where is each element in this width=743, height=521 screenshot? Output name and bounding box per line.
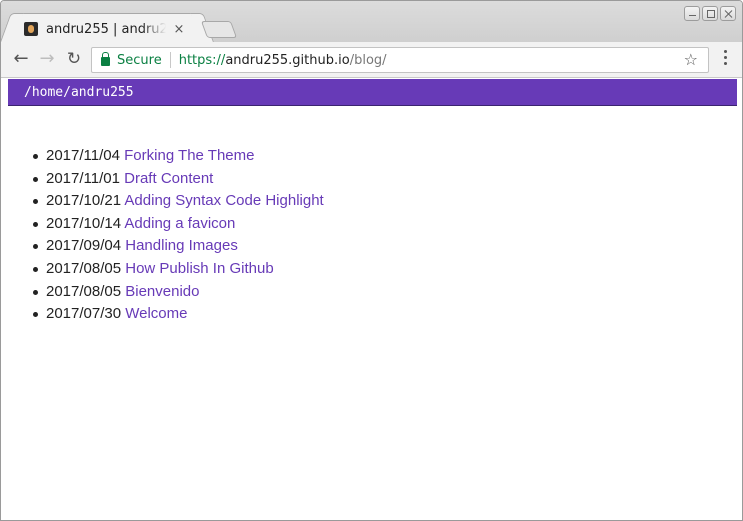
post-link[interactable]: Welcome — [125, 305, 187, 322]
url-scheme: https:// — [178, 52, 226, 68]
post-item: 2017/10/21 Adding Syntax Code Highlight — [33, 190, 324, 213]
site-header-path[interactable]: /home/andru255 — [24, 85, 134, 100]
site-header: /home/andru255 — [8, 79, 737, 106]
tab-close-icon[interactable]: × — [172, 22, 186, 37]
post-date: 2017/08/05 — [46, 259, 122, 277]
browser-tab[interactable]: andru255 | andru255 × — [11, 13, 203, 43]
post-item: 2017/11/04 Forking The Theme — [33, 145, 324, 168]
bookmark-star-icon[interactable]: ☆ — [684, 50, 698, 69]
post-item: 2017/08/05 Bienvenido — [33, 281, 324, 304]
browser-window: andru255 | andru255 × ← → ↻ Secure https… — [0, 0, 743, 521]
favicon-icon — [24, 22, 38, 36]
new-tab-button[interactable] — [200, 21, 238, 38]
lock-icon — [101, 52, 110, 66]
post-item: 2017/07/30 Welcome — [33, 303, 324, 326]
post-item: 2017/08/05 How Publish In Github — [33, 258, 324, 281]
post-link[interactable]: Handling Images — [125, 237, 238, 254]
page-content: /home/andru255 2017/11/04 Forking The Th… — [2, 79, 742, 520]
back-arrow-icon[interactable]: ← — [11, 49, 31, 69]
close-window-icon[interactable] — [720, 6, 736, 21]
address-bar[interactable]: Secure https:// andru255.github.io /blog… — [91, 47, 709, 73]
url-host: andru255.github.io — [225, 52, 350, 68]
post-item: 2017/10/14 Adding a favicon — [33, 213, 324, 236]
post-link[interactable]: Adding Syntax Code Highlight — [124, 192, 323, 209]
post-item: 2017/09/04 Handling Images — [33, 235, 324, 258]
post-link[interactable]: How Publish In Github — [125, 260, 273, 277]
post-date: 2017/09/04 — [46, 237, 122, 255]
browser-toolbar: ← → ↻ Secure https:// andru255.github.io… — [1, 42, 742, 78]
omnibox-divider — [169, 52, 171, 68]
post-link[interactable]: Draft Content — [124, 170, 213, 187]
post-item: 2017/11/01 Draft Content — [33, 168, 324, 191]
post-date: 2017/11/01 — [46, 169, 120, 187]
post-date: 2017/08/05 — [46, 282, 122, 300]
post-list: 2017/11/04 Forking The Theme 2017/11/01 … — [33, 145, 324, 326]
post-date: 2017/07/30 — [46, 305, 122, 323]
forward-arrow-icon[interactable]: → — [37, 49, 57, 69]
url-path: /blog/ — [349, 52, 387, 68]
reload-icon[interactable]: ↻ — [64, 49, 84, 69]
minimize-icon[interactable] — [684, 6, 700, 21]
window-controls — [684, 6, 736, 21]
tab-title: andru255 | andru255 — [46, 21, 166, 37]
tab-strip: andru255 | andru255 × — [1, 1, 742, 43]
post-link[interactable]: Adding a favicon — [124, 215, 235, 232]
post-link[interactable]: Bienvenido — [125, 283, 199, 300]
post-link[interactable]: Forking The Theme — [124, 147, 254, 164]
maximize-icon[interactable] — [702, 6, 718, 21]
post-date: 2017/11/04 — [46, 147, 120, 164]
post-date: 2017/10/21 — [46, 192, 122, 210]
secure-label: Secure — [117, 52, 162, 68]
post-date: 2017/10/14 — [46, 214, 122, 232]
kebab-menu-icon[interactable] — [724, 50, 728, 65]
